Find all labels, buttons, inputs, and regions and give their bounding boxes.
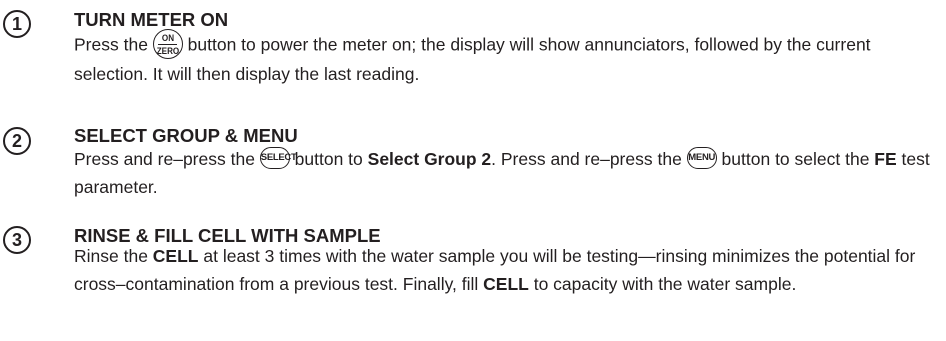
step-number-badge: 3 [3,226,31,254]
step-number-badge: 1 [3,10,31,38]
step-title: TURN METER ON [74,9,229,30]
step-title: SELECT GROUP & MENU [74,125,298,146]
select-button-icon: SELECT [259,147,297,170]
step-instructions: Press the ON ZERO button to power the met… [74,29,944,89]
step-instructions: Rinse the CELL at least 3 times with the… [74,246,916,294]
step-instructions: Press and re–press the SELECT button to … [74,147,930,197]
menu-button-icon: MENU [686,147,717,170]
on-zero-button-icon: ON ZERO [152,29,183,59]
step-number-badge: 2 [3,127,31,155]
